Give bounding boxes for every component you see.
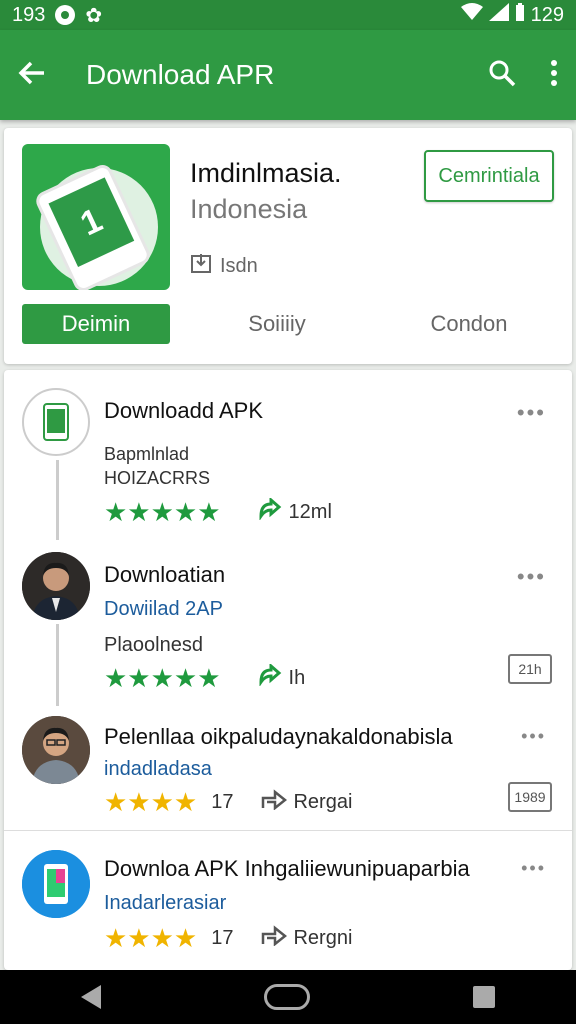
rating-row: ★★★★ 17 Rergni <box>104 924 352 952</box>
rating-stars: ★★★★ <box>104 787 198 817</box>
refresh-icon <box>257 496 283 526</box>
person-avatar <box>22 552 90 620</box>
item-subtitle-2: Plaoolnesd <box>104 634 203 656</box>
item-more-button[interactable]: ••• <box>517 400 546 426</box>
system-nav-bar <box>0 970 576 1024</box>
download-size-icon <box>190 252 212 280</box>
list-item[interactable]: Downloatian Dowiilad 2AP Plaoolnesd ★★★★… <box>4 542 572 706</box>
app-subtitle: Indonesia <box>190 194 308 224</box>
refresh-icon <box>257 662 283 692</box>
item-badge: 21h <box>508 654 552 684</box>
battery-text: 129 <box>530 3 564 26</box>
tab-similar[interactable]: Soiiiiy <box>170 311 384 337</box>
rating-count: 17 <box>211 926 234 949</box>
item-subtitle-2: HOIZACRRS <box>104 468 211 488</box>
item-subtitle: Bapmlnlad <box>104 444 190 464</box>
app-meta-text: Isdn <box>220 254 258 277</box>
item-meta: Rergai <box>293 790 353 813</box>
rating-stars: ★★★★★ <box>104 497 221 527</box>
list-item[interactable]: Pelenllaa oikpaludaynakaldonabisla indad… <box>4 704 572 830</box>
tab-condon[interactable]: Condon <box>384 311 554 337</box>
rating-row: ★★★★ 17 Rergai <box>104 788 352 816</box>
more-vert-icon[interactable] <box>550 59 558 91</box>
item-meta: Ih <box>288 666 306 689</box>
tab-bar: Deimin Soiiiiy Condon <box>22 304 562 344</box>
item-title: Downloadd APK <box>104 398 263 423</box>
item-title: Downloa APK Inhgaliiewunipuaparbia <box>104 856 470 881</box>
install-button[interactable]: Cemrintiala <box>424 150 554 202</box>
tab-details[interactable]: Deimin <box>22 304 170 344</box>
app-header-card: 1 Imdinlmasia. Indonesia Isdn Cemrintial… <box>4 128 572 364</box>
rating-stars: ★★★★★ <box>104 663 221 693</box>
person-avatar <box>22 716 90 784</box>
app-name: Imdinlmasia. <box>190 158 342 188</box>
nav-home-icon[interactable] <box>263 984 310 1010</box>
item-meta: 12ml <box>288 500 332 523</box>
item-title: Pelenllaa oikpaludaynakaldonabisla <box>104 724 453 749</box>
status-time: 193 <box>12 3 46 26</box>
page-title: Download APR <box>86 59 275 90</box>
item-more-button[interactable]: ••• <box>517 564 546 590</box>
item-badge: 1989 <box>508 782 552 812</box>
item-meta: Rergni <box>293 926 353 949</box>
phone-avatar-icon <box>22 388 90 456</box>
wifi-icon <box>460 3 483 27</box>
list-item[interactable]: Downloa APK Inhgaliiewunipuaparbia Inada… <box>4 832 572 968</box>
rating-count: 17 <box>211 790 234 813</box>
share-icon <box>261 788 288 816</box>
flower-icon: ✿ <box>85 4 103 27</box>
phone-app-icon <box>22 850 90 918</box>
battery-icon <box>515 3 525 27</box>
notification-icon <box>55 5 76 25</box>
back-arrow-icon[interactable] <box>18 61 46 90</box>
item-more-button[interactable]: ••• <box>521 858 546 879</box>
nav-back-icon[interactable] <box>81 985 102 1009</box>
signal-icon <box>488 3 509 27</box>
item-subtitle: Inadarlerasiar <box>104 892 227 914</box>
nav-recents-icon[interactable] <box>472 986 495 1008</box>
rating-row: ★★★★★ 12ml <box>104 496 332 527</box>
item-more-button[interactable]: ••• <box>521 726 546 747</box>
rating-stars: ★★★★ <box>104 923 198 953</box>
item-subtitle: indadladasa <box>104 758 212 780</box>
search-icon[interactable] <box>488 59 516 92</box>
download-list: Downloadd APK Bapmlnlad HOIZACRRS ★★★★★ … <box>4 370 572 970</box>
list-item[interactable]: Downloadd APK Bapmlnlad HOIZACRRS ★★★★★ … <box>4 370 572 540</box>
app-meta: Isdn <box>190 252 258 280</box>
app-icon: 1 <box>22 144 170 290</box>
share-icon <box>261 924 288 952</box>
app-bar: Download APR <box>0 30 576 120</box>
item-subtitle: Dowiilad 2AP <box>104 598 223 620</box>
rating-row: ★★★★★ Ih <box>104 662 306 693</box>
item-title: Downloatian <box>104 562 226 587</box>
status-bar: 193 ✿ 129 <box>0 0 576 30</box>
